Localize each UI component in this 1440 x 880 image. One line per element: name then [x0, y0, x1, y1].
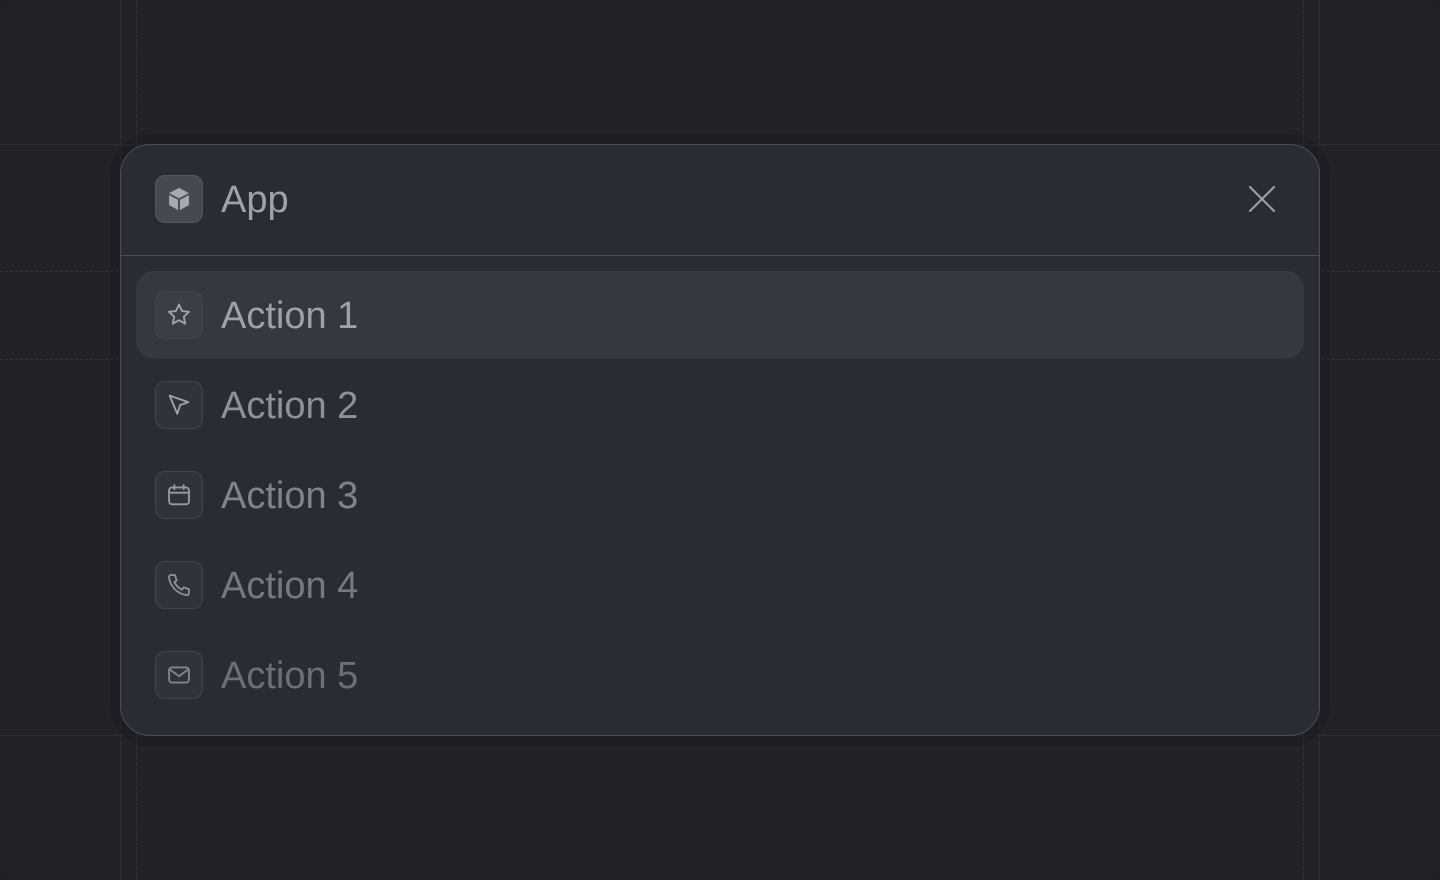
panel-header: App [121, 145, 1319, 256]
action-list: Action 1 Action 2 Action 3 Action 4 Acti… [136, 271, 1304, 721]
close-button[interactable] [1245, 182, 1279, 216]
phone-icon [155, 561, 203, 609]
cursor-arrow-icon [155, 381, 203, 429]
action-item-2[interactable]: Action 2 [136, 361, 1304, 449]
star-icon [155, 291, 203, 339]
command-panel: App Action 1 Action 2 Action 3 Action 4 … [120, 144, 1320, 736]
close-icon [1248, 185, 1276, 213]
canvas-background: App Action 1 Action 2 Action 3 Action 4 … [0, 0, 1440, 880]
action-item-3[interactable]: Action 3 [136, 451, 1304, 539]
action-label: Action 4 [221, 565, 359, 607]
app-title: App [221, 179, 289, 221]
action-label: Action 3 [221, 475, 359, 517]
action-item-5[interactable]: Action 5 [136, 631, 1304, 719]
action-item-1[interactable]: Action 1 [136, 271, 1304, 359]
action-label: Action 5 [221, 655, 359, 697]
action-item-4[interactable]: Action 4 [136, 541, 1304, 629]
action-label: Action 1 [221, 295, 359, 337]
action-label: Action 2 [221, 385, 359, 427]
mail-icon [155, 651, 203, 699]
cube-icon [155, 175, 203, 223]
calendar-icon [155, 471, 203, 519]
